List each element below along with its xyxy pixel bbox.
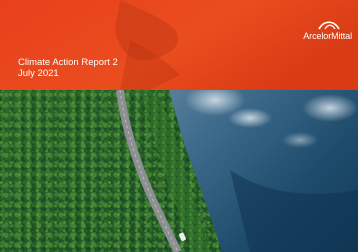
arcelormittal-arc-icon: [318, 21, 340, 30]
report-cover: ArcelorMittal Climate Action Report 2 Ju…: [0, 0, 358, 252]
report-title: Climate Action Report 2: [18, 57, 118, 68]
brand-name: ArcelorMittal: [303, 31, 352, 41]
title-block: Climate Action Report 2 July 2021: [18, 57, 118, 79]
report-date: July 2021: [18, 68, 59, 79]
brand-logo[interactable]: ArcelorMittal: [292, 18, 352, 42]
